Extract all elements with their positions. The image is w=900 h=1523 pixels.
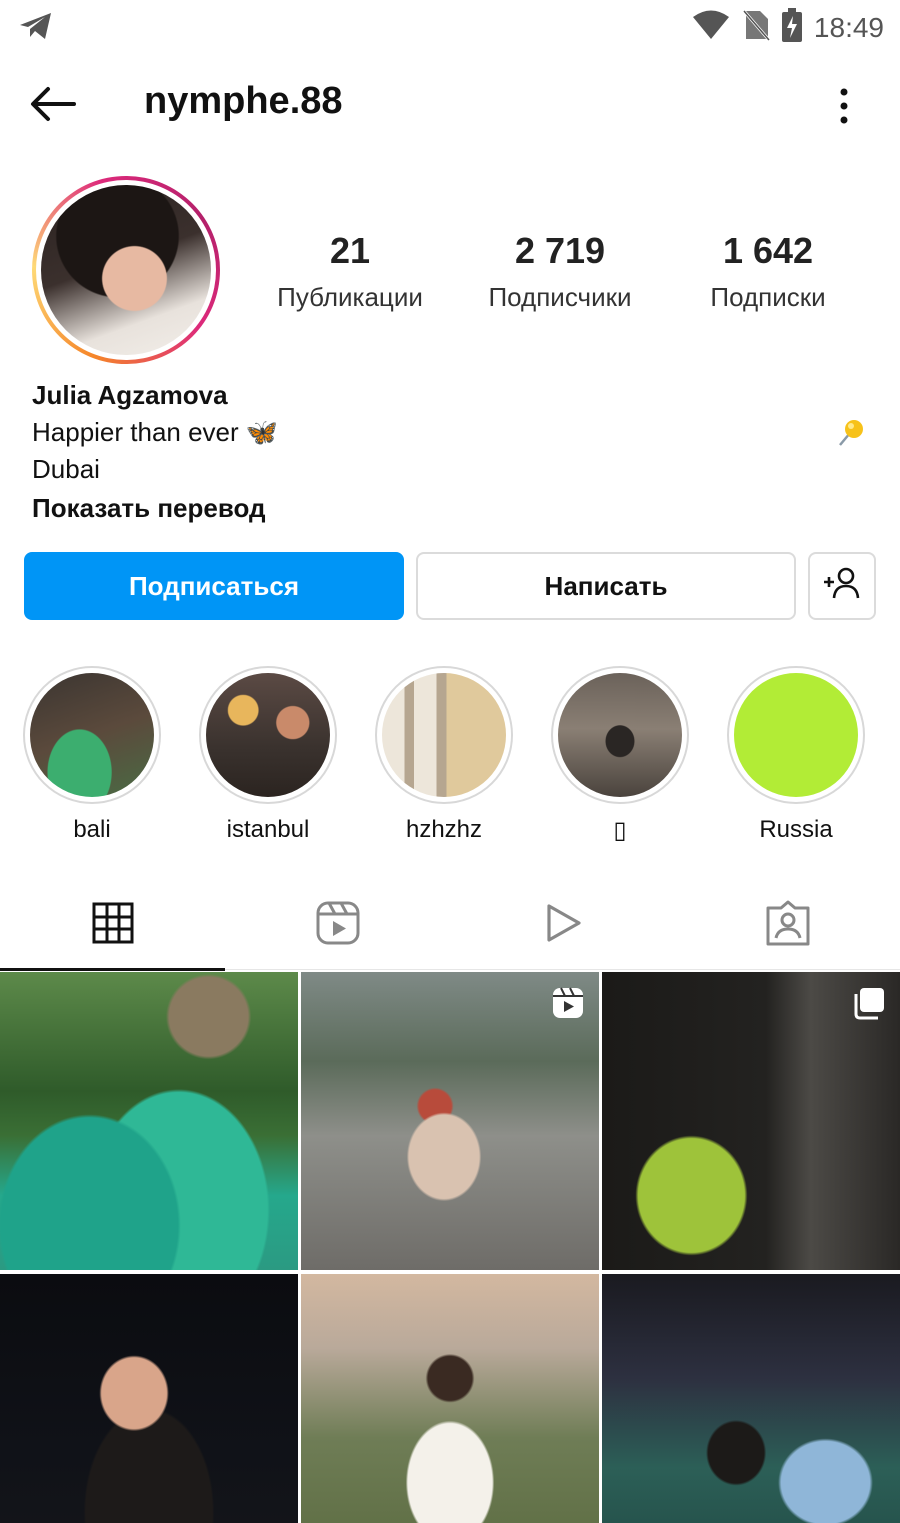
reels-icon [315, 900, 361, 951]
highlight-label: ▯ [613, 817, 627, 844]
tab-reels[interactable] [225, 880, 450, 970]
show-translation-link[interactable]: Показать перевод [32, 493, 872, 524]
following-count[interactable]: 1 642 Подписки [668, 230, 868, 313]
followers-count-value: 2 719 [514, 230, 606, 271]
add-user-icon [822, 566, 862, 607]
bio-text: Happier than ever 🦋 [32, 417, 279, 447]
tab-videos[interactable] [450, 880, 675, 970]
telegram-icon [18, 10, 54, 47]
highlight-cover [30, 673, 154, 797]
tagged-icon [765, 900, 811, 951]
pushpin-icon [836, 418, 866, 448]
posts-count-value: 21 [329, 230, 371, 271]
follow-button[interactable]: Подписаться [24, 552, 404, 620]
highlight-cover [734, 673, 858, 797]
profile-header: nymphe.88 [0, 62, 900, 146]
post-thumbnail[interactable] [0, 1274, 298, 1523]
back-arrow-icon[interactable] [28, 84, 84, 128]
no-sim-icon [742, 9, 771, 46]
post-thumbnail[interactable] [301, 972, 599, 1270]
battery-charging-icon [781, 8, 802, 47]
highlight-cover [558, 673, 682, 797]
followers-count[interactable]: 2 719 Подписчики [460, 230, 660, 313]
status-bar: 18:49 [0, 0, 900, 52]
followers-count-label: Подписчики [488, 282, 632, 312]
message-button[interactable]: Написать [416, 552, 796, 620]
post-thumbnail[interactable] [602, 1274, 900, 1523]
suggested-users-button[interactable] [808, 552, 876, 620]
wifi-icon [692, 10, 730, 45]
following-count-value: 1 642 [722, 230, 814, 271]
highlight-item[interactable]: ▯ [550, 666, 690, 845]
posts-count[interactable]: 21 Публикации [250, 230, 450, 313]
post-thumbnail[interactable] [602, 972, 900, 1270]
post-thumbnail[interactable] [0, 972, 298, 1270]
more-options-icon[interactable] [834, 86, 854, 126]
avatar-story-ring[interactable] [32, 176, 220, 364]
page-title: nymphe.88 [144, 80, 343, 122]
highlight-label: bali [73, 816, 111, 843]
post-thumbnail[interactable] [301, 1274, 599, 1523]
carousel-badge-icon [852, 986, 886, 1020]
following-count-label: Подписки [710, 282, 826, 312]
clock: 18:49 [813, 11, 884, 43]
tab-tagged[interactable] [675, 880, 900, 970]
highlight-label: Russia [759, 816, 833, 843]
highlight-item[interactable]: istanbul [198, 666, 338, 844]
tab-posts-grid[interactable] [0, 880, 225, 971]
full-name: Julia Agzamova [32, 380, 228, 410]
profile-tabs [0, 880, 900, 971]
highlight-cover [382, 673, 506, 797]
posts-count-label: Публикации [277, 282, 423, 312]
highlight-item[interactable]: hzhzhz [374, 666, 514, 844]
highlight-cover [206, 673, 330, 797]
grid-icon [92, 902, 134, 949]
highlight-item[interactable]: bali [22, 666, 162, 844]
highlight-label: istanbul [226, 816, 310, 843]
video-icon [543, 902, 583, 949]
bio-location: Dubai [32, 454, 100, 484]
reel-badge-icon [551, 986, 585, 1020]
avatar [41, 185, 211, 355]
highlight-label: hzhzhz [405, 816, 483, 843]
profile-bio: Julia Agzamova Happier than ever 🦋 Dubai… [32, 380, 872, 524]
active-tab-indicator [0, 968, 225, 971]
highlight-item[interactable]: Russia [726, 666, 866, 844]
